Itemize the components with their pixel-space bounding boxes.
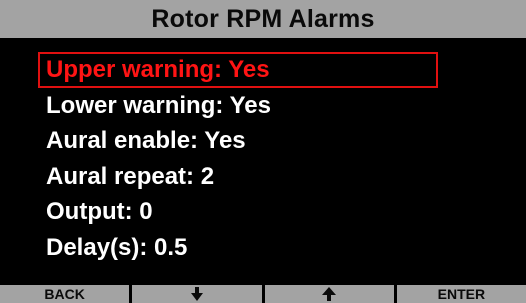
down-button[interactable] <box>132 285 262 303</box>
menu-item-delay[interactable]: Delay(s): 0.5 <box>38 230 438 266</box>
softkey-bar: BACK ENTER <box>0 285 526 303</box>
page-title: Rotor RPM Alarms <box>151 4 375 33</box>
up-button[interactable] <box>264 285 394 303</box>
menu-item-aural-repeat[interactable]: Aural repeat: 2 <box>38 159 438 195</box>
menu-item-lower-warning[interactable]: Lower warning: Yes <box>38 88 438 124</box>
enter-button[interactable]: ENTER <box>396 285 526 303</box>
menu-item-aural-enable[interactable]: Aural enable: Yes <box>38 124 438 160</box>
menu-item-output[interactable]: Output: 0 <box>38 195 438 231</box>
title-bar: Rotor RPM Alarms <box>0 0 526 38</box>
arrow-down-icon <box>190 287 203 301</box>
back-button[interactable]: BACK <box>0 285 130 303</box>
menu-item-upper-warning[interactable]: Upper warning: Yes <box>38 52 438 88</box>
settings-menu: Upper warning: Yes Lower warning: Yes Au… <box>38 52 438 266</box>
arrow-up-icon <box>322 287 337 301</box>
alarm-settings-screen: Rotor RPM Alarms Upper warning: Yes Lowe… <box>0 0 526 303</box>
